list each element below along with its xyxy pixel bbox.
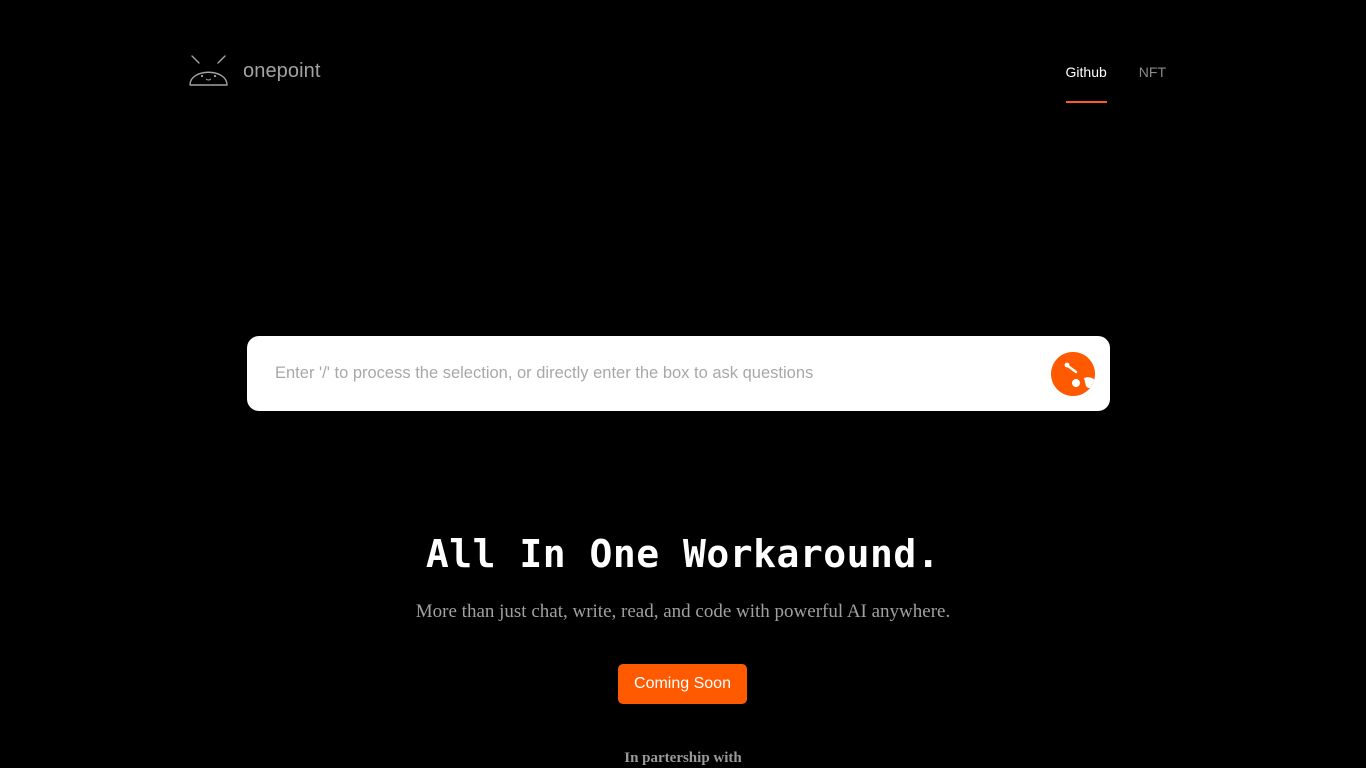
main-nav: Github NFT bbox=[1065, 64, 1166, 104]
ask-input[interactable] bbox=[275, 336, 1035, 411]
brand-logo-link[interactable]: onepoint bbox=[188, 54, 321, 88]
hero-title: All In One Workaround. bbox=[425, 532, 941, 576]
coming-soon-button[interactable]: Coming Soon bbox=[618, 664, 747, 704]
active-nav-indicator bbox=[1065, 101, 1107, 103]
nav-item-label: NFT bbox=[1138, 64, 1166, 80]
hero-subtitle: More than just chat, write, read, and co… bbox=[415, 601, 951, 622]
brand-name: onepoint bbox=[243, 59, 321, 82]
send-button[interactable] bbox=[1051, 352, 1095, 396]
nav-item-label: Github bbox=[1065, 64, 1107, 80]
nav-item-nft[interactable]: NFT bbox=[1139, 64, 1166, 104]
site-header: onepoint Github NFT bbox=[0, 0, 1366, 110]
ask-box bbox=[247, 336, 1110, 411]
partnership-label: In partership with bbox=[624, 750, 742, 766]
onepoint-mascot-icon bbox=[1051, 352, 1095, 396]
nav-item-github[interactable]: Github bbox=[1065, 64, 1107, 104]
robot-face-icon bbox=[189, 55, 228, 86]
